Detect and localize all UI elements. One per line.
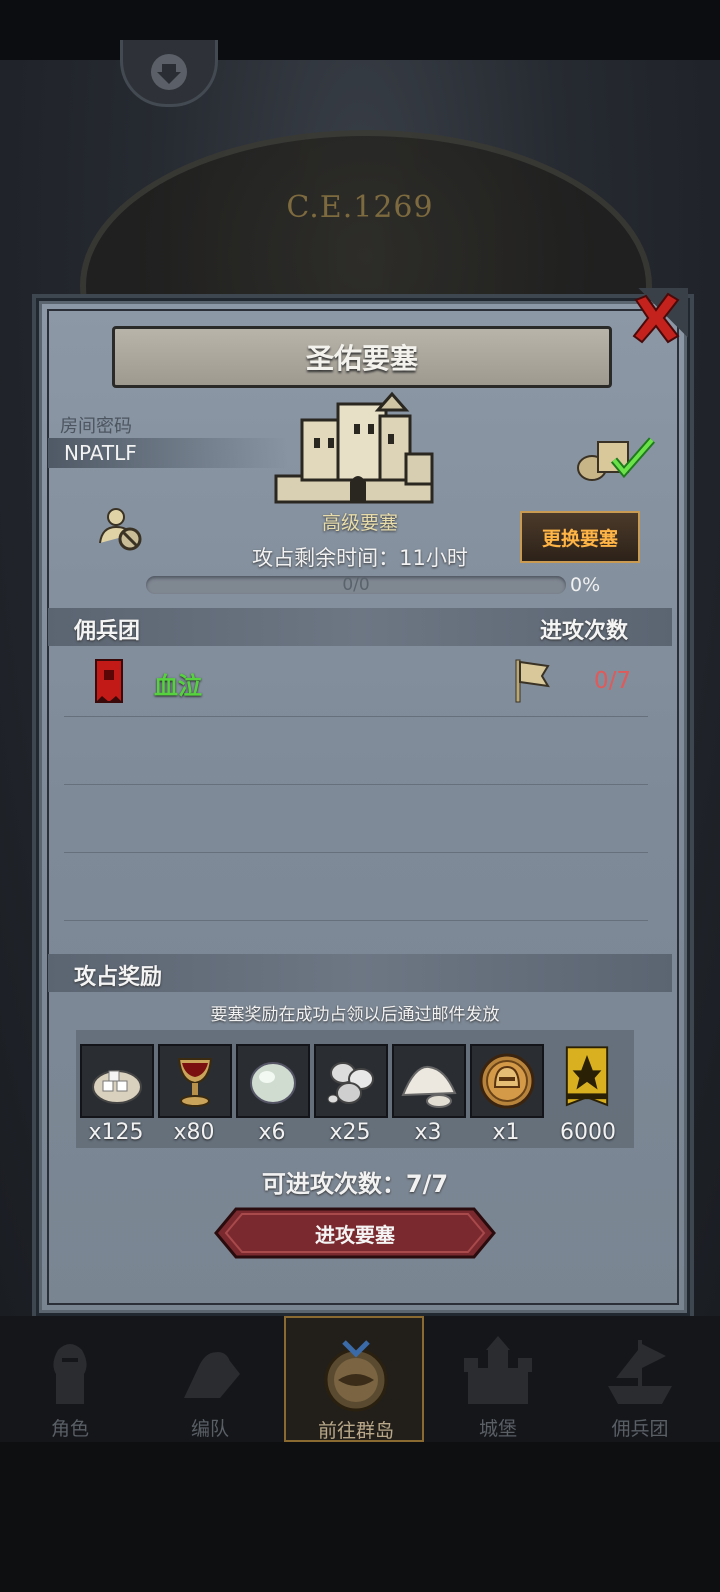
divider xyxy=(64,852,648,853)
attacks-remaining: 可进攻次数：7/7 xyxy=(261,1170,449,1198)
reward-header: 攻占奖励 xyxy=(74,965,163,990)
reward-item[interactable]: x125 xyxy=(80,1044,154,1145)
compass-icon xyxy=(324,1340,388,1412)
divider xyxy=(64,920,648,921)
goblet-icon xyxy=(177,1058,213,1107)
loot-claimed-icon[interactable] xyxy=(576,432,656,482)
year-label: C.E.1269 xyxy=(286,190,434,225)
nav-item-castle[interactable]: 城堡 xyxy=(428,1316,568,1442)
nav-label: 前往群岛 xyxy=(317,1420,394,1442)
gem-stone-icon xyxy=(250,1062,296,1104)
nav-label: 佣兵团 xyxy=(611,1418,669,1440)
formation-icon xyxy=(184,1352,240,1398)
capture-progress-text: 0/0 xyxy=(342,575,370,595)
red-banner-icon xyxy=(95,659,123,703)
salt-pile-icon xyxy=(401,1065,457,1108)
arrow-down-icon xyxy=(151,54,187,90)
title-banner: 圣佑要塞 xyxy=(112,326,612,388)
change-fortress-label: 更换要塞 xyxy=(541,527,618,550)
reward-item[interactable]: x80 xyxy=(158,1044,232,1145)
knight-icon xyxy=(53,1344,87,1404)
nav-item-mercenary[interactable]: 佣兵团 xyxy=(570,1316,710,1442)
close-icon[interactable] xyxy=(628,290,684,346)
no-member-icon xyxy=(99,508,142,551)
room-password-label: 房间密码 xyxy=(60,416,132,437)
fortress-title: 圣佑要塞 xyxy=(305,342,418,375)
nav-item-islands[interactable]: 前往群岛 xyxy=(284,1316,424,1442)
reward-item[interactable]: x3 xyxy=(392,1044,466,1145)
sugar-sack-icon xyxy=(92,1070,142,1104)
reward-item[interactable]: x6 xyxy=(236,1044,310,1145)
mercenary-name: 血泣 xyxy=(154,672,202,700)
mercenary-header: 佣兵团 xyxy=(74,619,141,644)
silver-coins-icon xyxy=(327,1062,374,1104)
mercenary-attack-count: 0/7 xyxy=(594,668,632,694)
capture-progress-percent: 0% xyxy=(570,574,601,596)
room-password-value[interactable]: NPATLF xyxy=(64,441,137,465)
status-bar xyxy=(0,0,720,60)
nav-label: 编队 xyxy=(190,1418,229,1440)
divider xyxy=(64,784,648,785)
flag-icon xyxy=(515,659,550,703)
reward-note: 要塞奖励在成功占领以后通过邮件发放 xyxy=(210,1005,500,1025)
attack-fortress-label[interactable]: 进攻要塞 xyxy=(214,1207,496,1259)
honor-banner-icon xyxy=(565,1046,609,1107)
helmet-medal-icon xyxy=(479,1053,535,1109)
divider xyxy=(64,716,648,717)
change-fortress-button[interactable]: 更换要塞 xyxy=(520,511,640,563)
reward-item[interactable]: x25 xyxy=(314,1044,388,1145)
nav-item-formation[interactable]: 编队 xyxy=(140,1316,280,1442)
attack-count-header: 进攻次数 xyxy=(540,619,629,644)
castle-icon xyxy=(464,1336,532,1404)
ship-icon xyxy=(608,1340,672,1404)
fortress-castle-icon xyxy=(274,391,434,504)
nav-label: 城堡 xyxy=(478,1418,517,1440)
reward-quantity: 6000 xyxy=(560,1120,616,1145)
reward-quantity: x1 xyxy=(492,1120,520,1145)
system-bar-area xyxy=(0,1442,720,1592)
nav-label: 角色 xyxy=(50,1418,89,1440)
nav-item-character[interactable]: 角色 xyxy=(0,1316,140,1442)
reward-item[interactable]: 6000 xyxy=(552,1044,624,1145)
reward-item[interactable]: x1 xyxy=(470,1044,544,1145)
